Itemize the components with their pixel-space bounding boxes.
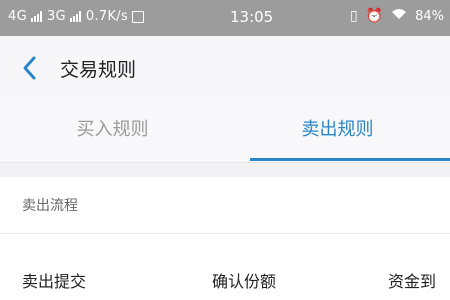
step-funds-arrive: 资金到 bbox=[388, 272, 437, 291]
page-title: 交易规则 bbox=[60, 59, 137, 81]
process-steps: 卖出提交 确认份额 资金到 bbox=[0, 234, 450, 300]
status-time: 13:05 bbox=[230, 8, 274, 26]
section-header: 卖出流程 bbox=[0, 177, 450, 234]
vibrate-icon: ▯ bbox=[349, 8, 358, 24]
network-3g-label: 3G bbox=[46, 9, 66, 24]
status-bar: 4G 3G 0.7K/s 13:05 ▯ ⏰ 84% bbox=[0, 0, 450, 36]
header: 交易规则 bbox=[0, 36, 450, 100]
section-divider bbox=[0, 163, 450, 177]
tab-bar: 买入规则 卖出规则 bbox=[0, 100, 450, 163]
tab-sell-rules[interactable]: 卖出规则 bbox=[225, 100, 450, 160]
signal-icon bbox=[30, 11, 43, 22]
network-4g-label: 4G bbox=[8, 9, 27, 24]
signal-icon bbox=[69, 11, 82, 22]
battery-level: 84% bbox=[415, 8, 444, 24]
tab-buy-rules[interactable]: 买入规则 bbox=[0, 100, 225, 160]
step-submit-sell: 卖出提交 bbox=[22, 272, 87, 291]
section-title: 卖出流程 bbox=[22, 198, 78, 214]
step-confirm-shares: 确认份额 bbox=[212, 272, 277, 291]
alarm-icon: ⏰ bbox=[365, 8, 384, 24]
status-right: ▯ ⏰ 84% bbox=[350, 8, 444, 24]
active-tab-indicator bbox=[250, 158, 450, 161]
back-arrow-icon[interactable] bbox=[18, 54, 44, 82]
wifi-icon bbox=[391, 8, 407, 24]
network-speed: 0.7K/s bbox=[85, 9, 129, 24]
notification-icon bbox=[132, 10, 145, 23]
status-left: 4G 3G 0.7K/s bbox=[8, 9, 148, 24]
